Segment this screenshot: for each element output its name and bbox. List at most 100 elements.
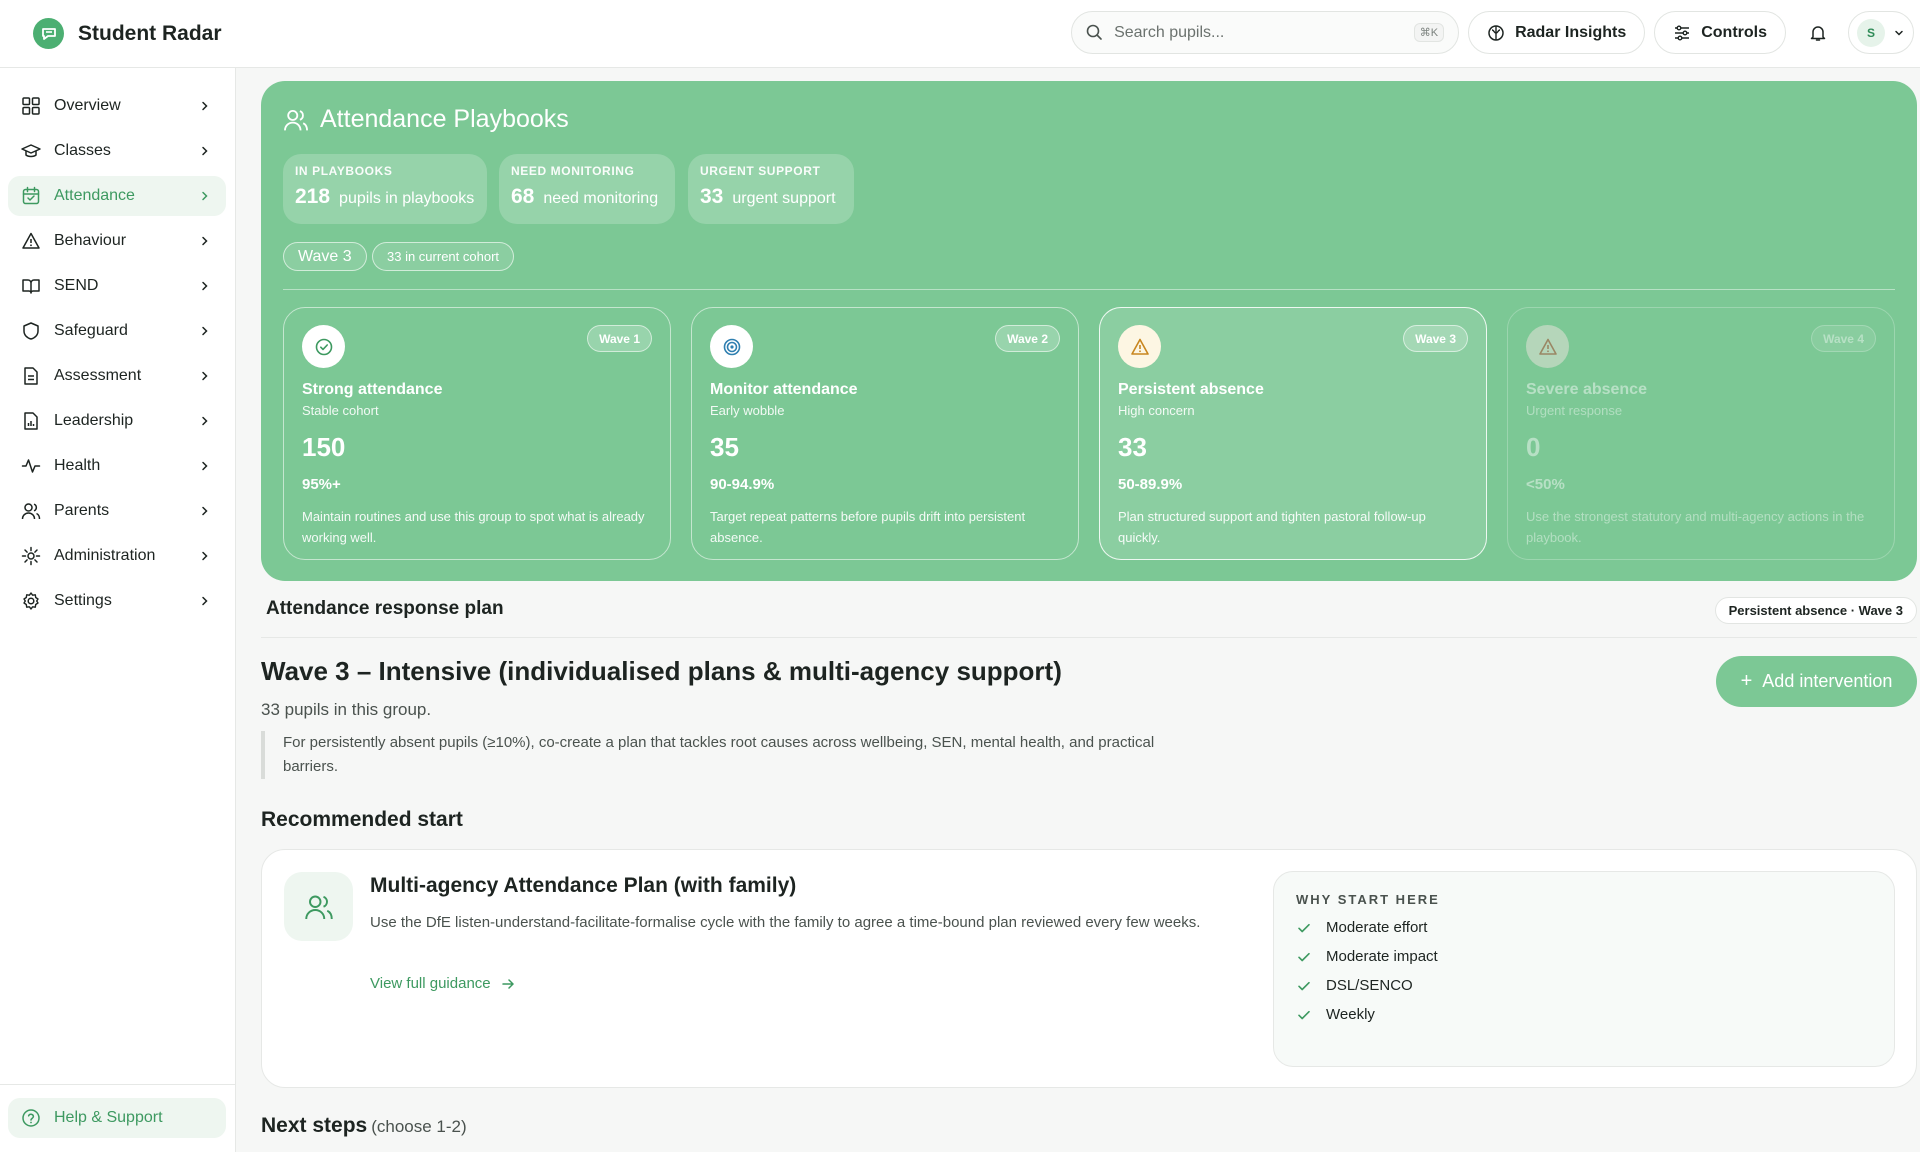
stat-caption: URGENT SUPPORT: [700, 164, 821, 178]
add-intervention-label: Add intervention: [1762, 671, 1893, 691]
attendance-playbooks-panel: Attendance Playbooks IN PLAYBOOKS 218 pup…: [261, 81, 1917, 581]
sidebar-item-classes[interactable]: Classes: [8, 131, 226, 171]
why-item-label: Weekly: [1326, 1006, 1375, 1023]
user-menu[interactable]: S: [1848, 11, 1914, 54]
view-guidance-link[interactable]: View full guidance: [370, 975, 515, 992]
next-steps-title: Next steps: [261, 1114, 368, 1137]
chevron-right-icon: [202, 506, 208, 516]
sidebar-item-administration[interactable]: Administration: [8, 536, 226, 576]
chevron-right-icon: [202, 146, 208, 156]
wave-subtitle: Stable cohort: [302, 403, 379, 418]
sidebar-item-overview[interactable]: Overview: [8, 86, 226, 126]
sidebar: Overview Classes Attendance Behaviour SE…: [0, 68, 236, 1152]
wave-count: 0: [1526, 432, 1541, 462]
sidebar-item-label: Parents: [54, 502, 110, 519]
wave-name: Strong attendance: [302, 381, 443, 398]
chevron-right-icon: [202, 326, 208, 336]
chevron-right-icon: [202, 461, 208, 471]
stat-caption: NEED MONITORING: [511, 164, 635, 178]
stat-text: urgent support: [732, 190, 836, 207]
recommended-title: Multi-agency Attendance Plan (with famil…: [370, 874, 797, 897]
sidebar-item-label: Attendance: [54, 187, 135, 204]
book-icon: [22, 279, 40, 294]
chevron-right-icon: [202, 551, 208, 561]
wave-card-1[interactable]: Wave 1 Strong attendance Stable cohort 1…: [283, 307, 671, 560]
status-badge: Persistent absence · Wave 3: [1714, 597, 1917, 624]
sidebar-item-send[interactable]: SEND: [8, 266, 226, 306]
settings-icon: [23, 592, 39, 610]
activity-icon: [21, 459, 41, 473]
wave-card-3[interactable]: Wave 3 Persistent absence High concern 3…: [1099, 307, 1487, 560]
chevron-right-icon: [202, 416, 208, 426]
chevron-right-icon: [202, 281, 208, 291]
sidebar-item-attendance[interactable]: Attendance: [8, 176, 226, 216]
response-plan-heading: Attendance response plan: [266, 598, 504, 619]
check-circle-icon: [302, 325, 345, 368]
sidebar-item-label: Safeguard: [54, 322, 128, 339]
panel-title-text: Attendance Playbooks: [320, 105, 569, 133]
document-icon: [24, 367, 38, 385]
sidebar-item-settings[interactable]: Settings: [8, 581, 226, 621]
graduation-cap-icon: [21, 144, 41, 158]
wave-count: 33: [1118, 432, 1147, 462]
gear-icon: [21, 546, 41, 566]
users-icon: [284, 872, 353, 941]
stat-text: pupils in playbooks: [339, 190, 475, 207]
check-icon: [1298, 952, 1310, 961]
wave-name: Persistent absence: [1118, 381, 1264, 398]
search-icon: [1086, 24, 1102, 40]
sidebar-item-assessment[interactable]: Assessment: [8, 356, 226, 396]
sidebar-item-health[interactable]: Health: [8, 446, 226, 486]
wave-card-2[interactable]: Wave 2 Monitor attendance Early wobble 3…: [691, 307, 1079, 560]
stat-need-monitoring: NEED MONITORING 68 need monitoring: [499, 154, 675, 224]
wave-description: Maintain routines and use this group to …: [302, 509, 645, 545]
chevron-right-icon: [202, 101, 208, 111]
plan-description: For persistently absent pupils (≥10%), c…: [261, 731, 1211, 779]
warning-icon: [22, 232, 40, 249]
search-input[interactable]: Search pupils... ⌘K: [1071, 11, 1460, 54]
panel-divider: [283, 289, 1895, 290]
radar-insights-button[interactable]: Radar Insights: [1468, 11, 1646, 54]
wave-badge: Wave 2: [995, 325, 1060, 352]
controls-button[interactable]: Controls: [1654, 11, 1786, 54]
sidebar-item-label: SEND: [54, 277, 99, 294]
wave-description: Target repeat patterns before pupils dri…: [710, 509, 1026, 545]
view-guidance-label: View full guidance: [370, 975, 491, 992]
sidebar-item-leadership[interactable]: Leadership: [8, 401, 226, 441]
sidebar-item-label: Administration: [54, 547, 156, 564]
wave-count: 150: [302, 432, 346, 462]
section-divider: [261, 637, 1917, 638]
wave-tag[interactable]: Wave 3: [283, 242, 367, 271]
sidebar-item-parents[interactable]: Parents: [8, 491, 226, 531]
sidebar-item-label: Assessment: [54, 367, 142, 384]
brand[interactable]: Student Radar: [33, 18, 222, 49]
add-intervention-button[interactable]: + Add intervention: [1716, 656, 1917, 707]
why-item: Weekly: [1296, 1006, 1872, 1023]
cohort-tag: 33 in current cohort: [372, 242, 515, 271]
why-start-here-box: WHY START HERE Moderate effort Moderate …: [1273, 871, 1895, 1067]
help-support-button[interactable]: Help & Support: [8, 1098, 226, 1138]
sidebar-item-safeguard[interactable]: Safeguard: [8, 311, 226, 351]
users-icon: [284, 109, 308, 130]
wave-description: Use the strongest statutory and multi-ag…: [1526, 509, 1865, 545]
notifications-button[interactable]: [1798, 13, 1838, 53]
alert-triangle-red-icon: [1526, 325, 1569, 368]
users-icon: [21, 503, 41, 520]
wave-range: 95%+: [302, 476, 341, 493]
recommended-start-heading: Recommended start: [261, 808, 463, 831]
wave-subtitle: High concern: [1118, 403, 1195, 418]
pupils-count-text: 33 pupils in this group.: [261, 700, 432, 719]
sidebar-divider: [0, 1084, 236, 1085]
app-title: Student Radar: [78, 21, 222, 45]
recommended-card: Multi-agency Attendance Plan (with famil…: [261, 849, 1917, 1088]
chevron-right-icon: [202, 191, 208, 201]
panel-title: Attendance Playbooks: [283, 105, 569, 134]
wave-range: 90-94.9%: [710, 476, 775, 493]
wave-card-4[interactable]: Wave 4 Severe absence Urgent response 0 …: [1507, 307, 1895, 560]
chevron-right-icon: [202, 371, 208, 381]
stat-text: need monitoring: [543, 190, 659, 207]
next-steps-hint: (choose 1-2): [371, 1117, 467, 1136]
sidebar-item-behaviour[interactable]: Behaviour: [8, 221, 226, 261]
stat-caption: IN PLAYBOOKS: [295, 164, 393, 178]
why-caption: WHY START HERE: [1296, 892, 1440, 907]
